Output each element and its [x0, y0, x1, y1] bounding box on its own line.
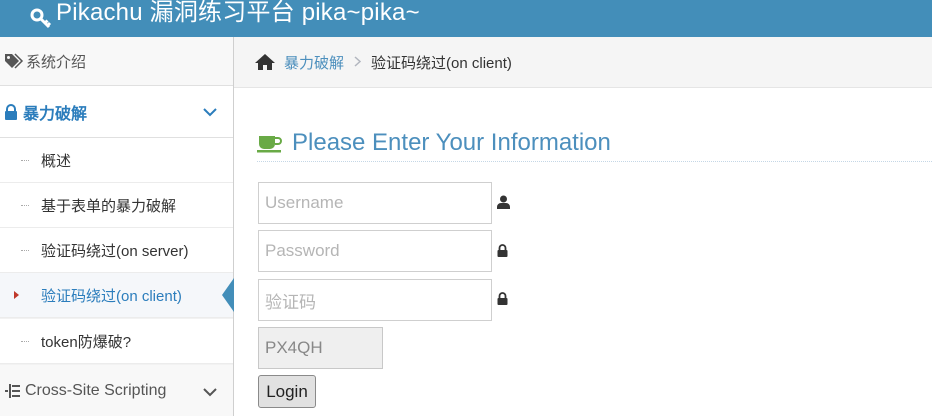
breadcrumb-link[interactable]: 暴力破解	[284, 52, 344, 73]
chevron-right-icon	[354, 54, 362, 70]
vcode-input[interactable]: 验证码	[258, 279, 492, 321]
sidebar-subitem-label: 验证码绕过(on server)	[41, 242, 189, 260]
chevron-down-icon	[203, 384, 217, 402]
lock-icon	[497, 292, 508, 310]
tags-icon	[4, 53, 24, 69]
username-input[interactable]: Username	[258, 182, 492, 224]
top-navbar: Pikachu 漏洞练习平台 pika~pika~	[0, 0, 932, 37]
lock-icon	[497, 244, 508, 262]
sidebar-subitem-label: token防爆破?	[41, 333, 132, 351]
page-title: Please Enter Your Information	[292, 128, 611, 156]
sidebar-subitem-label: 验证码绕过(on client)	[41, 287, 182, 305]
sidebar-item-label: 暴力破解	[23, 105, 88, 123]
login-button[interactable]: Login	[258, 375, 316, 408]
sidebar-subitem-label: 概述	[41, 152, 72, 170]
tree-tick	[21, 250, 29, 251]
app-title: Pikachu 漏洞练习平台 pika~pika~	[56, 0, 420, 26]
caret-right-icon	[14, 291, 19, 299]
sidebar-item-xss[interactable]: Cross-Site Scripting	[0, 365, 233, 416]
lock-icon	[4, 103, 18, 120]
sidebar-subitem-overview[interactable]: 概述	[0, 138, 233, 183]
sidebar-item-label: 系统介绍	[26, 53, 87, 71]
breadcrumb-current: 验证码绕过(on client)	[371, 54, 512, 72]
list-tree-icon	[5, 383, 21, 399]
key-icon	[0, 8, 56, 30]
tree-tick	[21, 341, 29, 342]
chevron-down-icon	[203, 104, 217, 122]
sidebar-subitem-token[interactable]: token防爆破?	[0, 319, 233, 364]
home-icon[interactable]	[254, 53, 276, 71]
page-header: Please Enter Your Information	[257, 124, 932, 162]
sidebar-subitem-form-bruteforce[interactable]: 基于表单的暴力破解	[0, 183, 233, 228]
password-input[interactable]: Password	[258, 230, 492, 272]
sidebar-item-label: Cross-Site Scripting	[25, 381, 167, 399]
tree-tick	[21, 160, 29, 161]
sidebar-subitem-vcode-client[interactable]: 验证码绕过(on client)	[0, 273, 233, 318]
coffee-icon	[257, 133, 283, 153]
breadcrumb: 暴力破解 验证码绕过(on client)	[234, 37, 932, 88]
sidebar-item-bruteforce[interactable]: 暴力破解	[0, 86, 233, 138]
active-pointer	[222, 278, 234, 312]
sidebar: 系统介绍 暴力破解 概述 基于表单的暴力破解 验证码绕过(on server) …	[0, 37, 234, 416]
user-icon	[497, 195, 510, 214]
sidebar-item-intro[interactable]: 系统介绍	[0, 37, 233, 86]
main-content: Please Enter Your Information Username P…	[234, 88, 932, 416]
tree-tick	[21, 205, 29, 206]
sidebar-subitem-vcode-server[interactable]: 验证码绕过(on server)	[0, 228, 233, 273]
captcha-code[interactable]: PX4QH	[258, 327, 383, 369]
sidebar-subitem-label: 基于表单的暴力破解	[41, 197, 177, 215]
